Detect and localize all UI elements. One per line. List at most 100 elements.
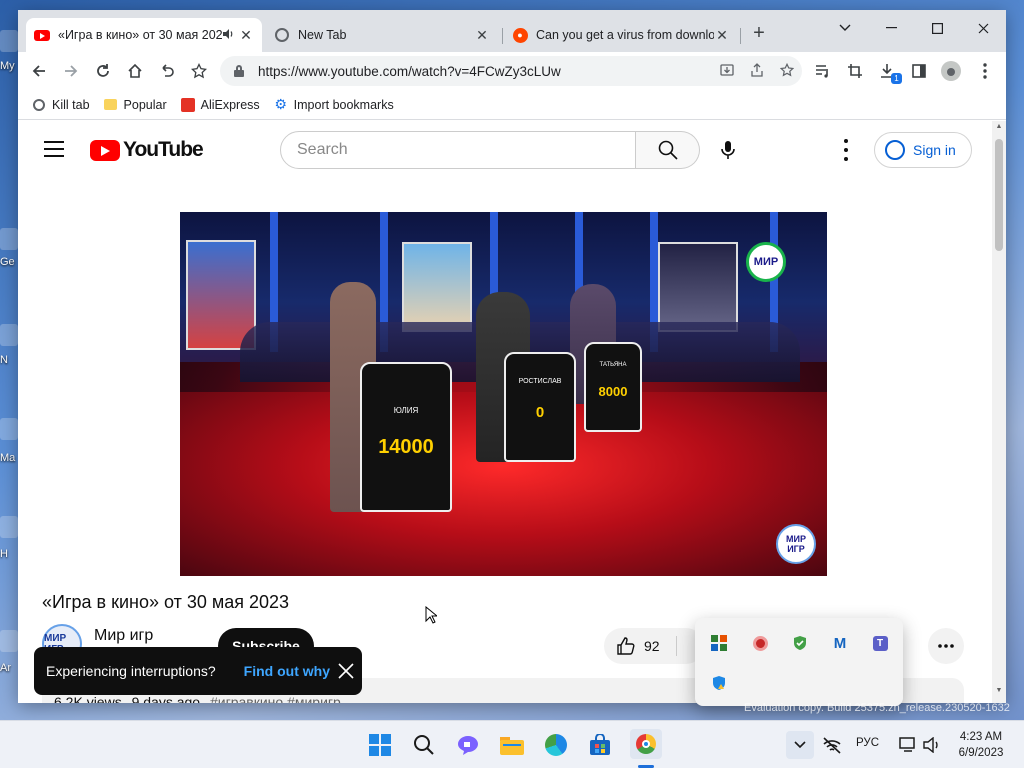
browser-menu-icon[interactable]: [972, 58, 998, 84]
like-button[interactable]: 92: [604, 628, 704, 664]
desktop-icon-6[interactable]: [0, 630, 18, 652]
channel-name[interactable]: Мир игр: [94, 627, 153, 645]
store-icon[interactable]: [586, 731, 614, 759]
volume-icon[interactable]: [918, 731, 946, 759]
clock-time: 4:23 AM: [959, 731, 1003, 743]
desktop-icon-4[interactable]: [0, 418, 18, 440]
youtube-play-icon: [90, 139, 120, 161]
side-panel-icon[interactable]: [906, 58, 932, 84]
thumbs-down-icon[interactable]: [675, 636, 677, 656]
tab-new-tab[interactable]: New Tab ✕: [266, 18, 498, 52]
security-warning-icon[interactable]: [710, 674, 728, 692]
close-tab-icon[interactable]: ✕: [474, 27, 490, 44]
url-text[interactable]: https://www.youtube.com/watch?v=4FCwZy3c…: [258, 64, 712, 79]
shield-check-icon[interactable]: [791, 634, 809, 652]
media-queue-icon[interactable]: [810, 58, 836, 84]
star-icon[interactable]: [772, 62, 802, 80]
desktop-label-4: Ma: [0, 452, 16, 464]
desktop-icon-5[interactable]: [0, 516, 18, 538]
network-offline-icon[interactable]: [818, 731, 846, 759]
desktop-icon-1[interactable]: [0, 30, 18, 52]
bookmark-aliexpress[interactable]: AliExpress: [180, 97, 260, 112]
search-input[interactable]: Search: [280, 131, 636, 169]
podium-yulia: ЮЛИЯ 14000: [360, 362, 452, 512]
microphone-icon[interactable]: [716, 131, 740, 169]
scroll-down-arrow[interactable]: ▼: [995, 687, 1003, 694]
page-scrollbar[interactable]: ▲ ▼: [992, 121, 1006, 703]
close-window-button[interactable]: [960, 14, 1006, 42]
settings-menu-icon[interactable]: [836, 139, 856, 161]
install-app-icon[interactable]: [712, 63, 742, 80]
podium-rostislav: РОСТИСЛАВ 0: [504, 352, 576, 462]
video-player[interactable]: ЮЛИЯ 14000 РОСТИСЛАВ 0 ТАТЬЯНА 8000 МИР …: [180, 212, 827, 576]
sign-in-button[interactable]: Sign in: [874, 132, 972, 168]
edge-icon[interactable]: [542, 731, 570, 759]
record-icon[interactable]: [751, 634, 769, 652]
evaluation-watermark: Evaluation copy. Build 25375.zn_release.…: [744, 702, 1010, 714]
desktop-icon-3[interactable]: [0, 324, 18, 346]
tab-reddit[interactable]: ● Can you get a virus from downloading ✕: [504, 18, 738, 52]
bookmark-popular[interactable]: Popular: [104, 98, 167, 112]
desktop-label-5: H: [0, 548, 8, 560]
malwarebytes-icon[interactable]: M: [831, 634, 849, 652]
back-button[interactable]: [26, 58, 52, 84]
lock-icon[interactable]: [234, 65, 244, 77]
logo-text: YouTube: [123, 138, 204, 161]
close-icon[interactable]: [336, 661, 356, 681]
address-bar[interactable]: https://www.youtube.com/watch?v=4FCwZy3c…: [220, 56, 802, 86]
system-clock[interactable]: 4:23 AM 6/9/2023: [946, 729, 1016, 761]
clock-date: 6/9/2023: [958, 747, 1004, 759]
downloads-icon[interactable]: 1: [874, 58, 902, 84]
minimize-button[interactable]: [868, 14, 914, 42]
app-grid-icon[interactable]: [710, 634, 728, 652]
video-title: «Игра в кино» от 30 мая 2023: [42, 592, 290, 612]
bookmark-import[interactable]: ⚙ Import bookmarks: [274, 96, 393, 112]
file-explorer-icon[interactable]: [498, 731, 526, 759]
tab-divider: [740, 28, 741, 44]
show-hidden-icons-chevron[interactable]: [786, 731, 814, 759]
input-language[interactable]: РУС: [856, 737, 879, 749]
forward-button[interactable]: [58, 58, 84, 84]
crop-icon[interactable]: [842, 58, 868, 84]
channel-watermark: МИР ИГР: [776, 524, 816, 564]
desktop-label-2: Ge: [0, 256, 15, 268]
home-button[interactable]: [122, 58, 148, 84]
hashtags[interactable]: #игравкино #миригр: [210, 694, 341, 703]
speaker-icon[interactable]: [222, 28, 238, 43]
view-count: 6.2K views: [54, 694, 122, 703]
maximize-button[interactable]: [914, 14, 960, 42]
podium-name: РОСТИСЛАВ: [518, 378, 562, 385]
tab-youtube[interactable]: «Игра в кино» от 30 мая 2023 ✕: [26, 18, 262, 52]
start-button[interactable]: [366, 731, 394, 759]
youtube-icon: [34, 27, 50, 43]
scroll-thumb[interactable]: [995, 139, 1003, 251]
profile-avatar[interactable]: [938, 58, 964, 84]
tray-overflow-flyout: M T: [695, 618, 903, 706]
undo-icon[interactable]: [154, 58, 180, 84]
chrome-canary-icon[interactable]: [630, 729, 662, 759]
tab-title: New Tab: [298, 28, 347, 42]
close-tab-icon[interactable]: ✕: [714, 27, 730, 44]
new-tab-button[interactable]: +: [748, 22, 770, 44]
desktop-icon-2[interactable]: [0, 228, 18, 250]
bookmark-star-icon[interactable]: [186, 58, 212, 84]
youtube-logo[interactable]: YouTube: [90, 138, 204, 162]
taskbar-search-icon[interactable]: [410, 731, 438, 759]
tab-search-button[interactable]: [822, 14, 868, 42]
bookmark-kill-tab[interactable]: Kill tab: [32, 98, 90, 112]
chat-icon[interactable]: [454, 731, 482, 759]
tab-strip: «Игра в кино» от 30 мая 2023 ✕ New Tab ✕…: [18, 10, 1006, 52]
desktop-label-6: Ar: [0, 662, 11, 674]
menu-icon[interactable]: [44, 141, 64, 157]
teams-icon[interactable]: T: [871, 634, 889, 652]
podium-name: ТАТЬЯНА: [599, 362, 627, 368]
podium-name: ЮЛИЯ: [393, 406, 419, 415]
find-out-why-link[interactable]: Find out why: [244, 663, 330, 679]
search-button[interactable]: [636, 131, 700, 169]
share-icon[interactable]: [742, 62, 772, 80]
close-tab-icon[interactable]: ✕: [238, 27, 254, 44]
more-actions-button[interactable]: [928, 628, 964, 664]
reload-button[interactable]: [90, 58, 116, 84]
scroll-up-arrow[interactable]: ▲: [995, 123, 1003, 130]
download-count-badge: 1: [891, 73, 902, 84]
